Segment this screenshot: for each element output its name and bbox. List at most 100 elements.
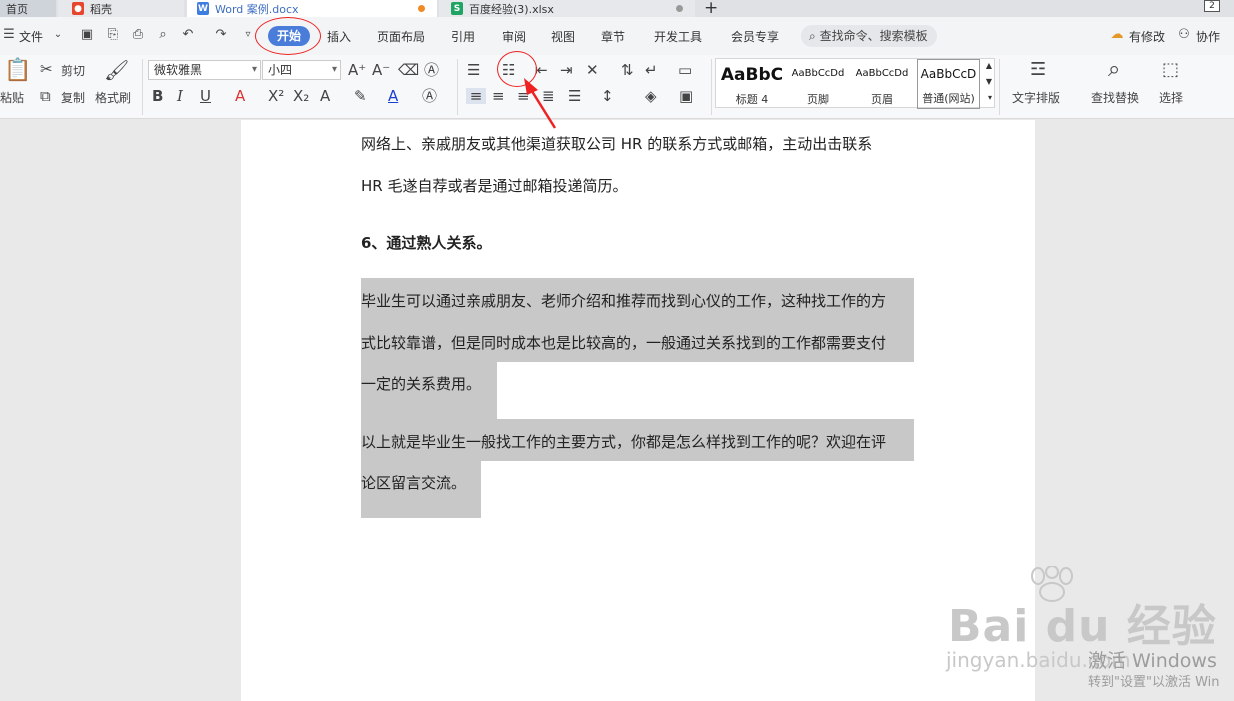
tab-home-label: 首页 — [6, 2, 28, 16]
underline-icon[interactable]: U — [200, 88, 211, 104]
customize-quick-access-icon[interactable]: ▿ — [241, 28, 255, 42]
style-scroll-down-icon[interactable]: ▼ — [986, 77, 992, 86]
menu-file[interactable]: 文件 — [19, 28, 43, 45]
paragraph-line: 以上就是毕业生一般找工作的主要方式，你都是怎么样找到工作的呢？欢迎在评 — [361, 433, 887, 451]
export-icon[interactable]: ⎘ — [106, 28, 120, 42]
user-cooperate-icon[interactable]: ⚇ — [1177, 28, 1191, 42]
activate-windows-title: 激活 Windows — [1088, 650, 1217, 672]
chevron-down-icon[interactable]: ⌄ — [51, 28, 65, 42]
redo-icon[interactable]: ↷ — [214, 28, 228, 42]
cloud-sync-icon[interactable]: ☁ — [1110, 28, 1124, 42]
hamburger-icon[interactable]: ☰ — [2, 28, 16, 42]
tab-daoke-label: 稻壳 — [90, 2, 112, 16]
tab-xlsx-document[interactable]: S 百度经验(3).xlsx — [439, 0, 695, 17]
show-marks-icon[interactable]: ↵ — [645, 62, 658, 78]
style-scroll-up-icon[interactable]: ▲ — [986, 61, 992, 70]
style-normal-web[interactable]: AaBbCcD 普通(网站) — [917, 59, 980, 109]
bold-icon[interactable]: B — [152, 88, 163, 104]
new-tab-icon[interactable]: + — [704, 0, 718, 18]
modified-status[interactable]: 有修改 — [1129, 28, 1165, 45]
paste-icon[interactable]: 📋 — [4, 59, 31, 83]
copy-icon[interactable]: ⧉ — [40, 88, 51, 104]
separator — [999, 59, 1000, 115]
find-replace-button[interactable]: 查找替换 — [1091, 89, 1139, 106]
style-label: 普通(网站) — [922, 92, 975, 105]
grow-font-icon[interactable]: A⁺ — [348, 62, 366, 78]
tab-insert[interactable]: 插入 — [327, 28, 351, 45]
tab-word-document[interactable]: W Word 案例.docx — [187, 0, 437, 17]
font-name-select[interactable]: 微软雅黑 — [148, 60, 261, 80]
italic-icon[interactable]: I — [177, 88, 183, 104]
paste-button[interactable]: 粘贴 — [0, 89, 24, 106]
superscript-icon[interactable]: X² — [268, 88, 284, 104]
justify-icon[interactable]: ≣ — [542, 88, 555, 104]
bullet-list-icon[interactable]: ☰ — [467, 62, 480, 78]
style-preview: AaBbCcD — [920, 67, 977, 81]
undo-icon[interactable]: ↶ — [181, 28, 195, 42]
border-icon[interactable]: ▣ — [679, 88, 693, 104]
find-replace-icon[interactable]: ⌕ — [1108, 58, 1120, 82]
distributed-icon[interactable]: ☰ — [568, 88, 581, 104]
tab-view[interactable]: 视图 — [551, 28, 575, 45]
text-layout-icon[interactable]: ☲ — [1030, 60, 1046, 80]
align-center-icon[interactable]: ≡ — [492, 88, 505, 104]
unsaved-dot-icon — [418, 5, 425, 12]
sort-icon[interactable]: ⇅ — [621, 62, 634, 78]
style-label: 标题 4 — [735, 93, 769, 106]
align-left-icon[interactable]: ≡ — [466, 88, 486, 104]
tab-daoke[interactable]: ● 稻壳 — [58, 0, 184, 17]
print-icon[interactable]: ⎙ — [131, 28, 145, 42]
annotation-circle-numbering — [497, 51, 537, 87]
tab-references[interactable]: 引用 — [451, 28, 475, 45]
format-painter-icon[interactable]: 🖌 — [104, 59, 129, 81]
select-icon[interactable]: ⬚ — [1162, 60, 1179, 80]
style-footer[interactable]: AaBbCcDd 页脚 — [786, 59, 850, 109]
section-heading: 6、通过熟人关系。 — [361, 234, 492, 252]
copy-button[interactable]: 复制 — [61, 89, 85, 106]
tab-word-label: Word 案例.docx — [215, 2, 299, 16]
tab-page-layout[interactable]: 页面布局 — [377, 28, 425, 45]
text-effect-icon[interactable]: A — [320, 88, 330, 104]
print-preview-icon[interactable]: ⌕ — [156, 28, 170, 42]
text-layout-button[interactable]: 文字排版 — [1012, 89, 1060, 106]
font-size-select[interactable]: 小四 — [262, 60, 341, 80]
line-spacing-icon[interactable]: ↕ — [601, 88, 614, 104]
tab-close-dot-icon[interactable] — [676, 5, 683, 12]
align-right-icon[interactable]: ≡ — [517, 88, 530, 104]
strikethrough-icon[interactable]: A — [235, 88, 245, 104]
menu-bar: ☰ 文件 ⌄ ▣ ⎘ ⎙ ⌕ ↶ ↷ ▿ 开始 插入 页面布局 引用 审阅 视图… — [0, 17, 1234, 55]
shading-icon[interactable]: ◈ — [645, 88, 657, 104]
format-painter-button[interactable]: 格式刷 — [95, 89, 131, 106]
subscript-icon[interactable]: X₂ — [293, 88, 309, 104]
save-icon[interactable]: ▣ — [80, 28, 94, 42]
window-count-button[interactable]: 2 — [1204, 0, 1220, 12]
word-doc-icon: W — [197, 2, 209, 15]
separator — [457, 59, 458, 115]
table-lines-icon[interactable]: ▭ — [678, 62, 692, 78]
cut-button[interactable]: 剪切 — [61, 62, 85, 79]
cooperate-button[interactable]: 协作 — [1196, 28, 1220, 45]
char-shading-icon[interactable]: Ⓐ — [422, 88, 437, 104]
style-heading4[interactable]: AaBbC 标题 4 — [718, 59, 786, 109]
select-button[interactable]: 选择 — [1159, 89, 1183, 106]
tab-home[interactable]: 首页 — [0, 0, 56, 17]
scissors-icon[interactable]: ✂ — [40, 61, 53, 77]
tab-review[interactable]: 审阅 — [502, 28, 526, 45]
command-search-box[interactable]: ⌕ 查找命令、搜索模板 — [801, 25, 937, 47]
separator — [711, 59, 712, 115]
highlight-icon[interactable]: ✎ — [354, 88, 367, 104]
clear-format-icon[interactable]: ⌫ — [398, 62, 419, 78]
tab-section[interactable]: 章节 — [601, 28, 625, 45]
style-expand-icon[interactable]: ▾ — [988, 93, 992, 102]
daoke-icon: ● — [72, 2, 84, 15]
shrink-font-icon[interactable]: A⁻ — [372, 62, 390, 78]
increase-indent-icon[interactable]: ⇥ — [560, 62, 573, 78]
search-placeholder: 查找命令、搜索模板 — [819, 29, 928, 43]
chinese-layout-icon[interactable]: ✕ — [586, 62, 599, 78]
style-header[interactable]: AaBbCcDd 页眉 — [850, 59, 914, 109]
char-border-icon[interactable]: Ⓐ — [424, 62, 439, 78]
tab-developer[interactable]: 开发工具 — [654, 28, 702, 45]
excel-doc-icon: S — [451, 2, 463, 15]
font-color-icon[interactable]: A — [388, 88, 398, 104]
tab-member[interactable]: 会员专享 — [731, 28, 779, 45]
